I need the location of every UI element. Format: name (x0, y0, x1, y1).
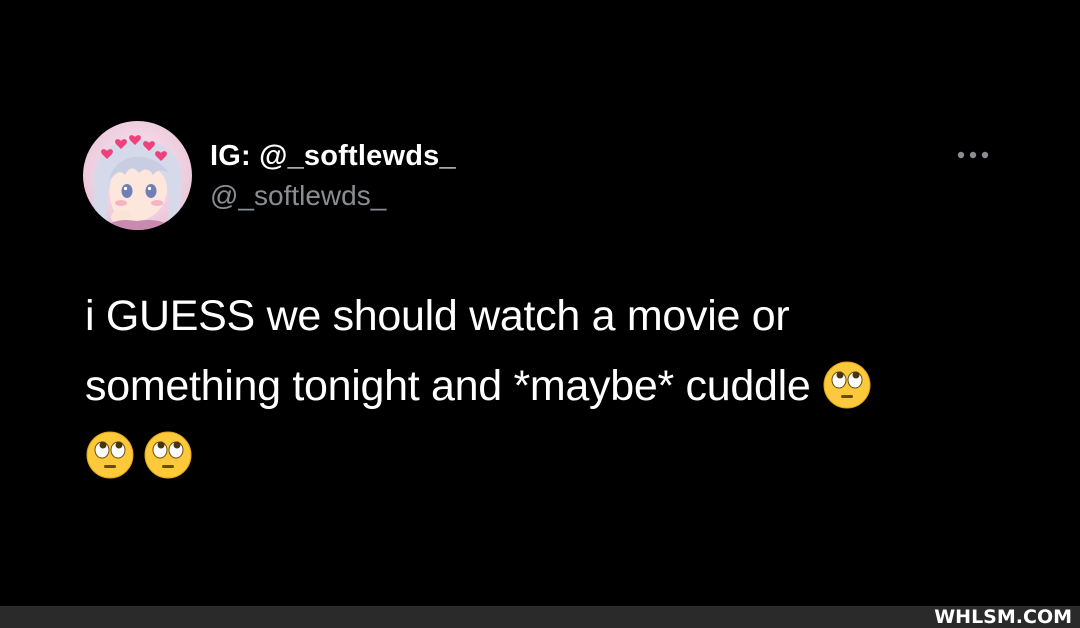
rolling-eyes-emoji-icon (143, 430, 193, 480)
rolling-eyes-emoji-icon (85, 430, 135, 480)
emoji-line (85, 421, 985, 491)
watermark: WHLSM.COM (934, 606, 1072, 628)
tweet-card: IG: @_softlewds_ @_softlewds_ i GUESS we… (0, 0, 1080, 606)
footer-bar (0, 606, 1080, 628)
rolling-eyes-emoji-icon (822, 360, 872, 410)
avatar-image (83, 121, 192, 230)
more-horizontal-icon[interactable] (954, 146, 994, 164)
tweet-text: i GUESS we should watch a movie or somet… (85, 281, 985, 491)
user-handle[interactable]: @_softlewds_ (210, 180, 386, 212)
avatar[interactable] (83, 121, 192, 230)
tweet-text-line1: i GUESS we should watch a movie or (85, 292, 790, 340)
display-name[interactable]: IG: @_softlewds_ (210, 140, 456, 173)
tweet-text-line2: something tonight and *maybe* cuddle (85, 362, 811, 410)
